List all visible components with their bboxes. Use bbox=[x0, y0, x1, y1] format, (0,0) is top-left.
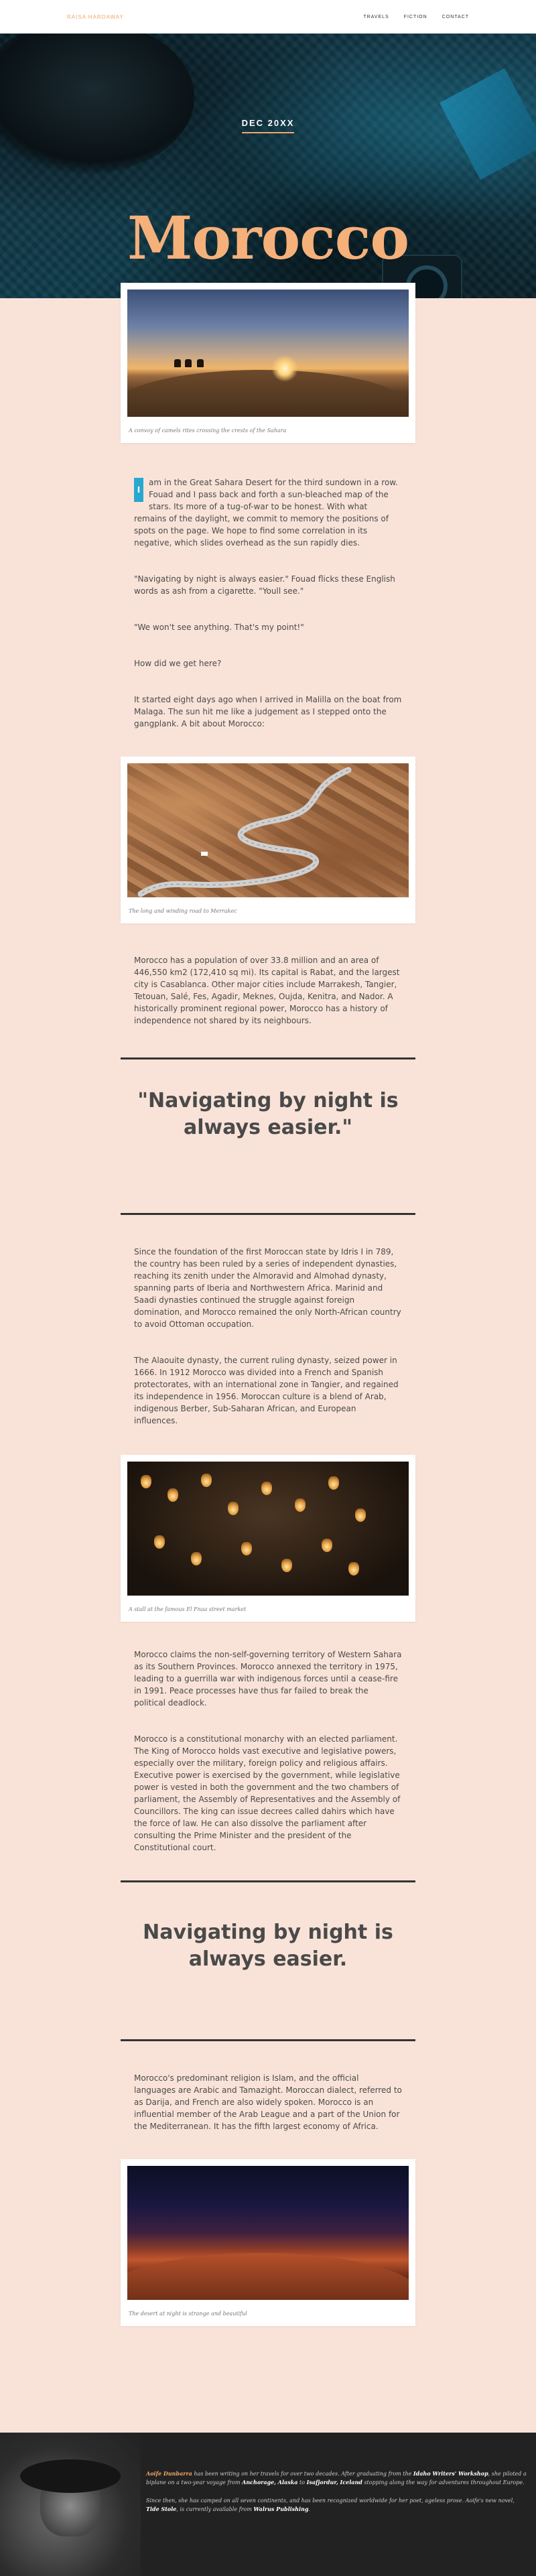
origin-place: Anchorage, Alaska bbox=[242, 2479, 298, 2486]
paragraph: How did we get here? bbox=[134, 659, 222, 668]
author-bio-paragraph: Aoife Dunbarra has been writing on her t… bbox=[146, 2469, 528, 2487]
road-path-graphic bbox=[137, 767, 352, 897]
figure-desert-night: The desert at night is strange and beaut… bbox=[121, 2159, 415, 2326]
author-footer: Aoife Dunbarra has been writing on her t… bbox=[0, 2433, 536, 2576]
hero-banner: DEC 20XX Morocco bbox=[0, 34, 536, 298]
figure-market: A stall at the famous El Fnaa street mar… bbox=[121, 1455, 415, 1622]
lamp-shape bbox=[348, 1562, 359, 1575]
lamp-shape bbox=[141, 1475, 151, 1488]
paragraph-intro: I am in the Great Sahara Desert for the … bbox=[134, 476, 402, 549]
lamp-shape bbox=[241, 1542, 252, 1555]
camel-silhouette bbox=[174, 359, 181, 367]
lamp-shape bbox=[328, 1476, 339, 1490]
paragraph: Morocco has a population of over 33.8 mi… bbox=[134, 956, 400, 1025]
paragraph: "Navigating by night is always easier." … bbox=[134, 574, 395, 596]
figure-road: The long and winding road to Merrakec bbox=[121, 757, 415, 923]
workshop-name: Idaho Writers' Workshop bbox=[413, 2470, 488, 2477]
lamp-shape bbox=[154, 1535, 165, 1549]
bio-text: to bbox=[297, 2480, 307, 2486]
dune-shape bbox=[127, 2253, 409, 2300]
nav-link-travels[interactable]: TRAVELS bbox=[363, 15, 389, 19]
bio-text: stopping along the way for adventures th… bbox=[362, 2480, 525, 2486]
destination-place: Isafjordur, Iceland bbox=[306, 2479, 362, 2486]
bio-text: has been writing on her travels for over… bbox=[192, 2471, 413, 2477]
publisher-name: Walrus Publishing bbox=[253, 2506, 309, 2512]
figure-caption: A convoy of camels rites crossing the cr… bbox=[129, 428, 287, 434]
bio-text: . bbox=[308, 2506, 310, 2512]
pull-quote: Navigating by night is always easier. bbox=[121, 1880, 415, 2041]
nav-links: TRAVELS FICTION CONTACT bbox=[363, 15, 469, 19]
figure-camels: A convoy of camels rites crossing the cr… bbox=[121, 283, 415, 443]
photo-desert-sunset bbox=[127, 289, 409, 417]
author-bio: Aoife Dunbarra has been writing on her t… bbox=[146, 2469, 528, 2514]
novel-title: Tide Stole bbox=[146, 2506, 177, 2512]
paragraph: Morocco is a constitutional monarchy wit… bbox=[134, 1734, 401, 1852]
bio-text: , is currently available from bbox=[176, 2506, 254, 2512]
author-photo bbox=[0, 2433, 141, 2576]
paragraph: Morocco's predominant religion is Islam,… bbox=[134, 2073, 402, 2131]
photo-lamp-stall bbox=[127, 1462, 409, 1596]
bio-text: Since then, she has camped on all seven … bbox=[146, 2498, 515, 2504]
hero-title: Morocco bbox=[127, 203, 409, 273]
paragraph: It started eight days ago when I arrived… bbox=[134, 695, 402, 728]
lamp-shape bbox=[322, 1539, 332, 1552]
author-bio-paragraph: Since then, she has camped on all seven … bbox=[146, 2496, 528, 2514]
paragraph-intro-text: am in the Great Sahara Desert for the th… bbox=[134, 478, 398, 548]
paragraph: "We won't see anything. That's my point!… bbox=[134, 623, 304, 632]
author-name: Aoife Dunbarra bbox=[146, 2470, 192, 2477]
nav-link-fiction[interactable]: FICTION bbox=[404, 15, 427, 19]
lamp-shape bbox=[201, 1474, 212, 1487]
figure-caption: The desert at night is strange and beaut… bbox=[129, 2311, 247, 2317]
article: A convoy of camels rites crossing the cr… bbox=[121, 283, 415, 2326]
lamp-shape bbox=[228, 1502, 239, 1515]
lamp-shape bbox=[281, 1559, 292, 1572]
lamp-shape bbox=[191, 1552, 202, 1565]
paragraph: Morocco claims the non-self-governing te… bbox=[134, 1650, 402, 1708]
lamp-shape bbox=[261, 1482, 272, 1495]
lamp-shape bbox=[355, 1508, 366, 1522]
brand-link[interactable]: RAISA HARDAWAY bbox=[67, 14, 124, 20]
figure-caption: A stall at the famous El Fnaa street mar… bbox=[129, 1606, 247, 1612]
nav-link-contact[interactable]: CONTACT bbox=[442, 15, 469, 19]
sun-glow bbox=[271, 355, 298, 382]
photo-winding-road bbox=[127, 763, 409, 897]
lamp-shape bbox=[168, 1488, 178, 1502]
paragraph: Since the foundation of the first Morocc… bbox=[134, 1247, 401, 1329]
camel-silhouette bbox=[197, 359, 204, 367]
hero-date-text: DEC 20XX bbox=[241, 118, 295, 133]
drop-cap: I bbox=[134, 478, 143, 502]
figure-caption: The long and winding road to Merrakec bbox=[129, 908, 237, 914]
dune-shape bbox=[127, 370, 409, 417]
lamp-shape bbox=[295, 1498, 306, 1512]
paragraph: The Alaouite dynasty, the current ruling… bbox=[134, 1356, 399, 1425]
camel-silhouette bbox=[185, 359, 192, 367]
author-hat-shape bbox=[20, 2459, 121, 2493]
top-nav: RAISA HARDAWAY TRAVELS FICTION CONTACT bbox=[0, 0, 536, 34]
hero-date: DEC 20XX bbox=[0, 116, 536, 133]
photo-desert-night bbox=[127, 2166, 409, 2300]
pull-quote: "Navigating by night is always easier." bbox=[121, 1057, 415, 1215]
